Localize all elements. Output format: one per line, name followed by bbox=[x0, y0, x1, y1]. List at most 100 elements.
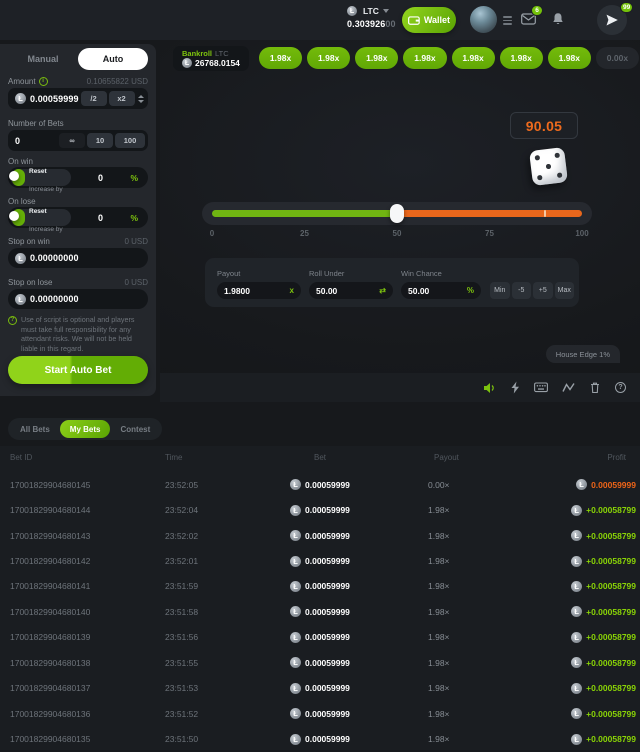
multiplier-pill[interactable]: 1.98x bbox=[403, 47, 446, 69]
table-row[interactable]: 1700182990468014423:52:04Ł0.000599991.98… bbox=[0, 497, 640, 522]
currency-selector[interactable]: Ł LTC 0.30392600 bbox=[347, 5, 407, 29]
tab-all-bets[interactable]: All Bets bbox=[10, 420, 60, 438]
on-win-mode-chip[interactable]: ResetIncrease by bbox=[10, 169, 71, 186]
amount-label: Amount bbox=[8, 77, 36, 86]
bankroll-label: Bankroll bbox=[182, 49, 212, 58]
on-lose-row: ResetIncrease by 0 % bbox=[8, 207, 148, 228]
payout-input[interactable]: 1.9800 x bbox=[217, 282, 301, 299]
ltc-coin-icon: Ł bbox=[571, 530, 582, 541]
user-avatar[interactable] bbox=[470, 6, 497, 33]
multiplier-pill[interactable]: 0.00x bbox=[596, 47, 639, 69]
result-tick bbox=[544, 210, 546, 217]
stop-on-lose-input[interactable]: Ł 0.00000000 bbox=[8, 289, 148, 309]
bet-panel: Manual Auto Amounti 0.10655822 USD Ł 0.0… bbox=[0, 44, 156, 396]
ltc-coin-icon: Ł bbox=[290, 505, 301, 516]
user-menu-icon[interactable] bbox=[503, 16, 512, 27]
max-button[interactable]: Max bbox=[555, 282, 575, 299]
multiplier-pill[interactable]: 1.98x bbox=[548, 47, 591, 69]
slider-scale: 0255075100 bbox=[212, 229, 582, 239]
on-lose-value[interactable]: 0 bbox=[71, 213, 131, 223]
ltc-coin-icon: Ł bbox=[290, 479, 301, 490]
roll-slider[interactable] bbox=[202, 202, 592, 225]
bets-table: Bet ID Time Bet Payout Profit 1700182990… bbox=[0, 446, 640, 750]
sound-button[interactable] bbox=[483, 382, 496, 394]
table-row[interactable]: 1700182990468014023:51:58Ł0.000599991.98… bbox=[0, 599, 640, 624]
table-row[interactable]: 1700182990468014123:51:59Ł0.000599991.98… bbox=[0, 574, 640, 599]
multiplier-pill[interactable]: 1.98x bbox=[355, 47, 398, 69]
table-row[interactable]: 1700182990468013623:51:52Ł0.000599991.98… bbox=[0, 701, 640, 726]
on-lose-mode-chip[interactable]: ResetIncrease by bbox=[10, 209, 71, 226]
bet-amount: Ł0.00059999 bbox=[290, 606, 428, 617]
info-icon: i bbox=[39, 77, 48, 86]
plus-5-button[interactable]: +5 bbox=[533, 282, 553, 299]
table-row[interactable]: 1700182990468014323:52:02Ł0.000599991.98… bbox=[0, 523, 640, 548]
ltc-coin-icon: Ł bbox=[290, 708, 301, 719]
slider-scale-label: 0 bbox=[210, 229, 214, 238]
on-lose-toggle[interactable] bbox=[12, 209, 25, 226]
clear-button[interactable] bbox=[589, 381, 601, 394]
multiplier-pill[interactable]: 1.98x bbox=[500, 47, 543, 69]
half-button[interactable]: /2 bbox=[81, 91, 107, 106]
multiplier-pill[interactable]: 1.98x bbox=[307, 47, 350, 69]
hotkeys-button[interactable] bbox=[534, 382, 548, 393]
bet-id: 17001829904680143 bbox=[10, 531, 165, 541]
table-row[interactable]: 1700182990468014523:52:05Ł0.000599990.00… bbox=[0, 472, 640, 497]
tab-contest[interactable]: Contest bbox=[110, 420, 160, 438]
bet-time: 23:51:58 bbox=[165, 607, 290, 617]
stop-on-win-input[interactable]: Ł 0.00000000 bbox=[8, 248, 148, 268]
number-of-bets-input[interactable]: 0 ∞ 10 100 bbox=[8, 130, 148, 151]
bet-profit: Ł+0.00058799 bbox=[560, 657, 636, 668]
on-win-value[interactable]: 0 bbox=[71, 173, 131, 183]
swap-icon[interactable]: ⇄ bbox=[379, 286, 386, 295]
turbo-button[interactable] bbox=[510, 381, 520, 394]
bet-payout: 1.98× bbox=[428, 683, 560, 693]
tab-auto[interactable]: Auto bbox=[78, 48, 148, 70]
slider-handle[interactable] bbox=[390, 204, 404, 223]
on-win-toggle[interactable] bbox=[12, 169, 25, 186]
bet-id: 17001829904680135 bbox=[10, 734, 165, 744]
roll-result: 90.05 bbox=[510, 112, 578, 139]
table-row[interactable]: 1700182990468013723:51:53Ł0.000599991.98… bbox=[0, 676, 640, 701]
ltc-coin-icon: Ł bbox=[290, 581, 301, 592]
number-of-bets-label-row: Number of Bets bbox=[8, 118, 148, 128]
speaker-icon bbox=[483, 382, 496, 394]
amount-stepper[interactable] bbox=[137, 91, 145, 106]
bet-amount: Ł0.00059999 bbox=[290, 683, 428, 694]
tab-manual[interactable]: Manual bbox=[8, 48, 78, 70]
payout-label: Payout bbox=[217, 269, 301, 278]
wallet-button[interactable]: Wallet bbox=[402, 7, 456, 33]
multiplier-pill[interactable]: 1.98x bbox=[452, 47, 495, 69]
bets-100-button[interactable]: 100 bbox=[115, 133, 145, 148]
table-row[interactable]: 1700182990468014223:52:01Ł0.000599991.98… bbox=[0, 548, 640, 573]
help-button[interactable]: ? bbox=[615, 382, 626, 393]
double-button[interactable]: x2 bbox=[109, 91, 135, 106]
table-row[interactable]: 1700182990468013823:51:55Ł0.000599991.98… bbox=[0, 650, 640, 675]
bet-time: 23:52:02 bbox=[165, 531, 290, 541]
ltc-coin-icon: Ł bbox=[290, 657, 301, 668]
min-button[interactable]: Min bbox=[490, 282, 510, 299]
roll-under-input[interactable]: 50.00 ⇄ bbox=[309, 282, 393, 299]
payout-suffix: x bbox=[290, 286, 294, 295]
live-stats-button[interactable] bbox=[562, 382, 575, 393]
disclaimer-text: Use of script is optional and players mu… bbox=[21, 315, 148, 354]
start-auto-bet-button[interactable]: Start Auto Bet bbox=[8, 356, 148, 384]
minus-5-button[interactable]: -5 bbox=[512, 282, 532, 299]
bets-10-button[interactable]: 10 bbox=[87, 133, 113, 148]
on-win-row: ResetIncrease by 0 % bbox=[8, 167, 148, 188]
table-row[interactable]: 1700182990468013523:51:50Ł0.000599991.98… bbox=[0, 726, 640, 751]
bet-profit: Ł0.00059999 bbox=[560, 479, 636, 490]
multiplier-pill[interactable]: 1.98x bbox=[259, 47, 302, 69]
bet-payout: 0.00× bbox=[428, 480, 560, 490]
notifications-button[interactable] bbox=[551, 12, 565, 29]
win-chance-input[interactable]: 50.00 % bbox=[401, 282, 481, 299]
bet-profit: Ł+0.00058799 bbox=[560, 581, 636, 592]
table-row[interactable]: 1700182990468013923:51:56Ł0.000599991.98… bbox=[0, 625, 640, 650]
ltc-coin-icon: Ł bbox=[571, 556, 582, 567]
slider-scale-label: 75 bbox=[485, 229, 494, 238]
amount-input[interactable]: Ł 0.00059999 /2 x2 bbox=[8, 88, 148, 109]
bet-time: 23:51:53 bbox=[165, 683, 290, 693]
bets-table-body: 1700182990468014523:52:05Ł0.000599990.00… bbox=[0, 468, 640, 752]
infinity-button[interactable]: ∞ bbox=[59, 133, 85, 148]
ltc-coin-icon: Ł bbox=[571, 606, 582, 617]
tab-my-bets[interactable]: My Bets bbox=[60, 420, 111, 438]
